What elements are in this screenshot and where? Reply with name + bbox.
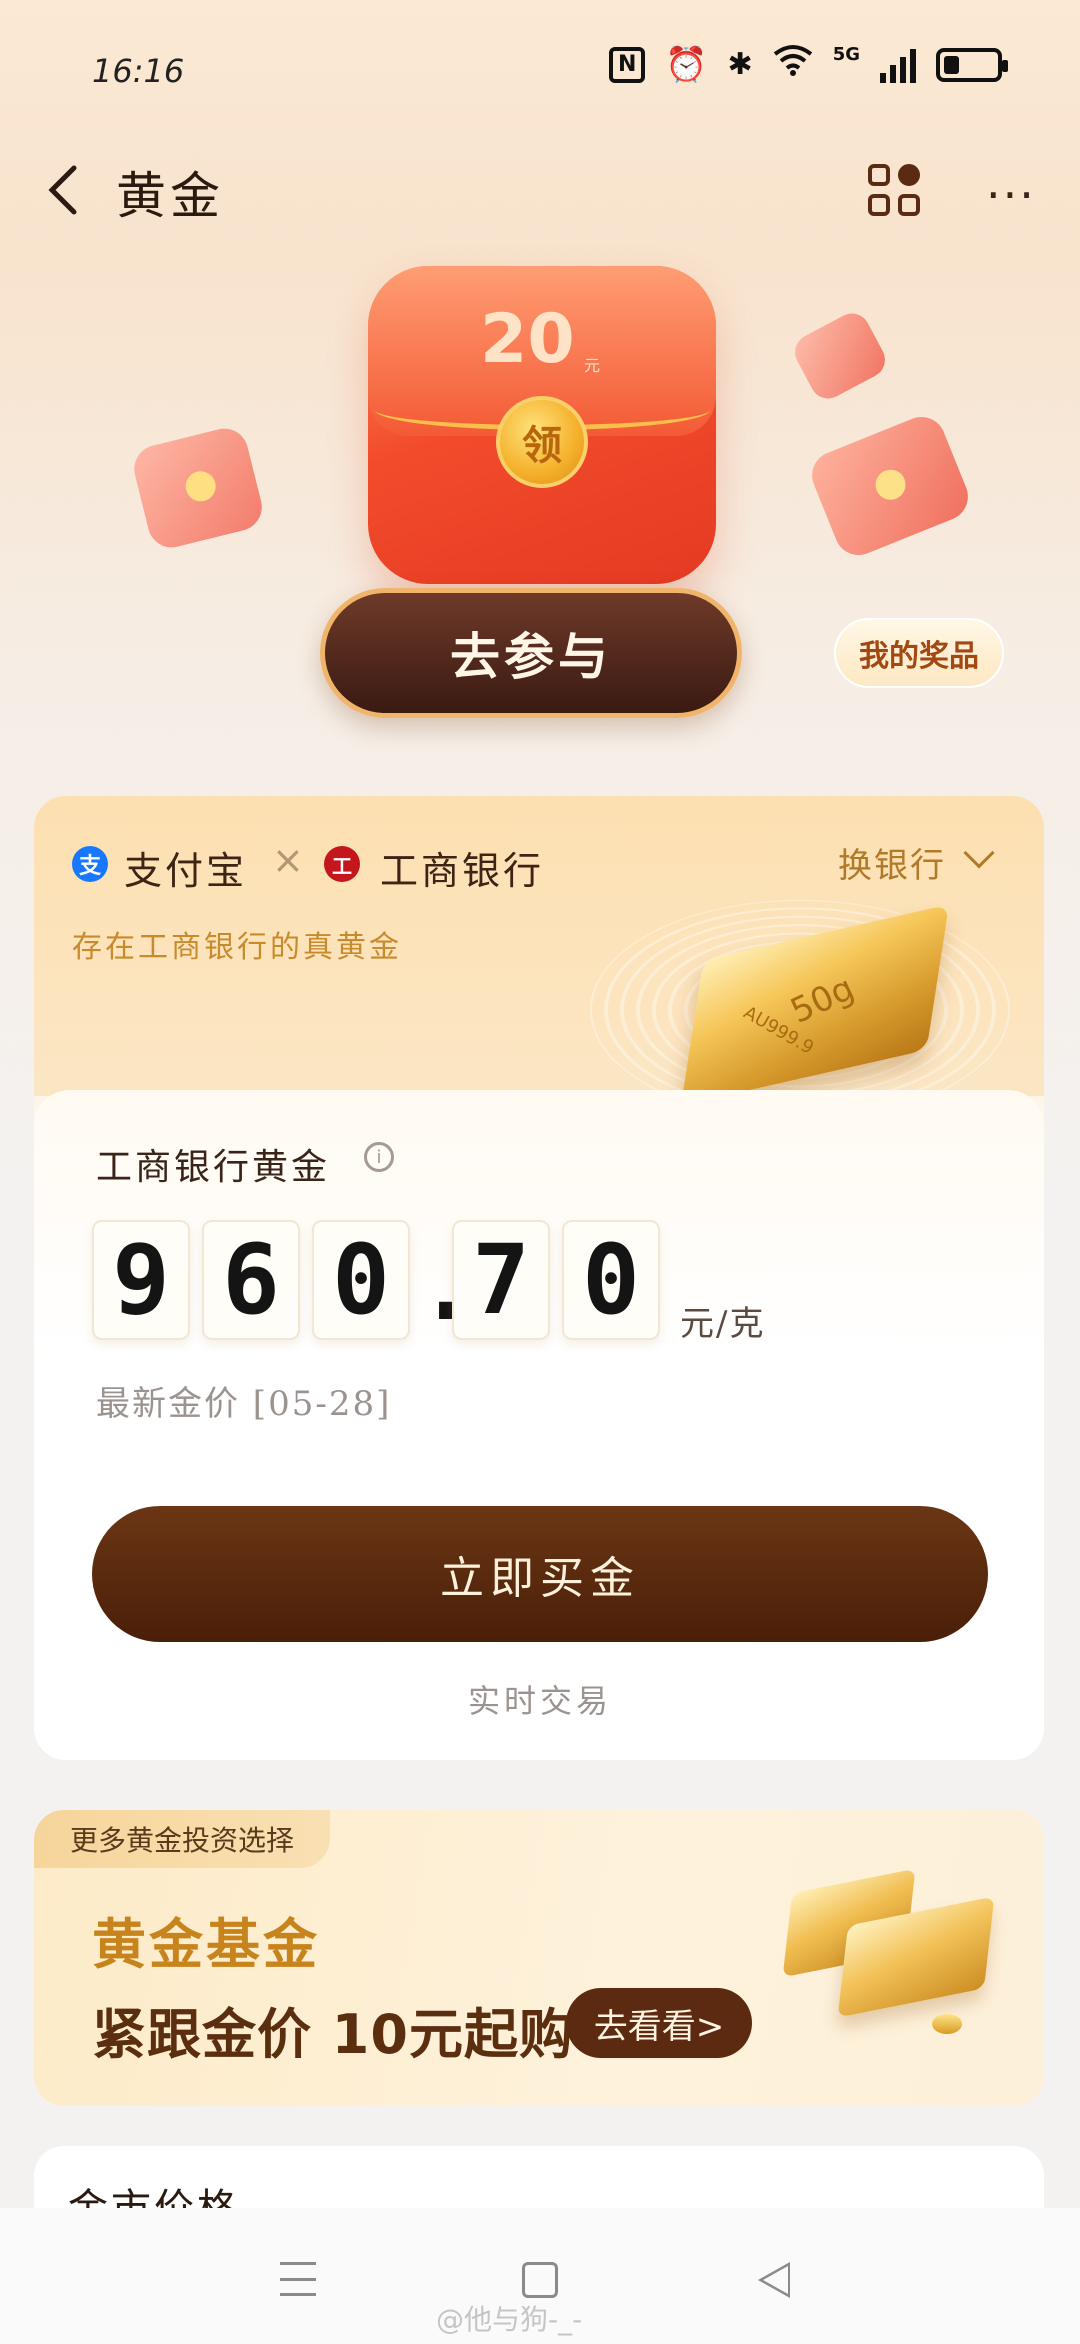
icbc-icon: 工 xyxy=(324,846,360,882)
battery-icon xyxy=(936,47,1008,82)
price-digit: 0 xyxy=(562,1220,660,1340)
page-title: 黄金 xyxy=(116,167,224,225)
nfc-icon: N xyxy=(609,46,646,83)
info-icon[interactable]: i xyxy=(364,1142,394,1172)
buy-gold-button[interactable]: 立即买金 xyxy=(92,1506,988,1642)
envelope-amount: 20 xyxy=(480,300,575,379)
see-more-button[interactable]: 去看看> xyxy=(566,1988,752,2058)
floating-envelope-top-right xyxy=(788,307,892,405)
status-icons: N ⏰ ✱ 5G xyxy=(609,44,1008,85)
price-digit: 7 xyxy=(452,1220,550,1340)
back-button[interactable] xyxy=(36,160,96,220)
price-panel xyxy=(34,1090,1044,1760)
floating-envelope-left xyxy=(129,423,267,553)
5g-signal-icon xyxy=(880,47,916,83)
latest-price-date: 最新金价 [05-28] xyxy=(96,1384,392,1424)
mini-program-grid-icon[interactable] xyxy=(868,164,920,216)
price-digit: 6 xyxy=(202,1220,300,1340)
join-button[interactable]: 去参与 xyxy=(320,588,742,718)
price-digit: 9 xyxy=(92,1220,190,1340)
switch-bank-button[interactable]: 换银行 xyxy=(838,838,946,887)
price-digit: 0 xyxy=(312,1220,410,1340)
gold-coin-image xyxy=(932,2014,962,2034)
fund-slogan: 紧跟金价 10元起购 xyxy=(92,2003,574,2066)
envelope-amount-unit: 元 xyxy=(584,356,601,375)
realtime-trading-label: 实时交易 xyxy=(467,1682,612,1720)
alipay-icon: 支 xyxy=(72,846,108,882)
price-title: 工商银行黄金 xyxy=(96,1147,331,1188)
fund-title: 黄金基金 xyxy=(92,1913,320,1976)
price-unit: 元/克 xyxy=(680,1304,766,1344)
bank-subtitle: 存在工商银行的真黄金 xyxy=(72,930,402,965)
status-time: 16:16 xyxy=(92,52,185,90)
alipay-label: 支付宝 xyxy=(124,849,248,893)
more-options-tag: 更多黄金投资选择 xyxy=(34,1810,330,1868)
back-triangle-icon[interactable] xyxy=(758,2262,790,2298)
floating-envelope-right xyxy=(804,409,976,563)
chevron-left-icon xyxy=(48,165,77,215)
menu-icon[interactable] xyxy=(280,2262,316,2296)
bank-label: 工商银行 xyxy=(380,849,545,893)
alarm-icon: ⏰ xyxy=(665,44,708,85)
watermark: @他与狗-_- xyxy=(436,2303,583,2336)
envelope-seal: 领 xyxy=(496,396,588,488)
times-icon: × xyxy=(272,838,304,882)
wifi-icon xyxy=(773,44,813,85)
more-options-icon[interactable]: ··· xyxy=(986,168,1036,222)
network-type: 5G xyxy=(832,44,860,65)
bluetooth-icon: ✱ xyxy=(727,47,753,82)
battery-fill xyxy=(944,55,959,74)
my-prizes-button[interactable]: 我的奖品 xyxy=(834,618,1004,688)
home-icon[interactable] xyxy=(522,2262,558,2298)
